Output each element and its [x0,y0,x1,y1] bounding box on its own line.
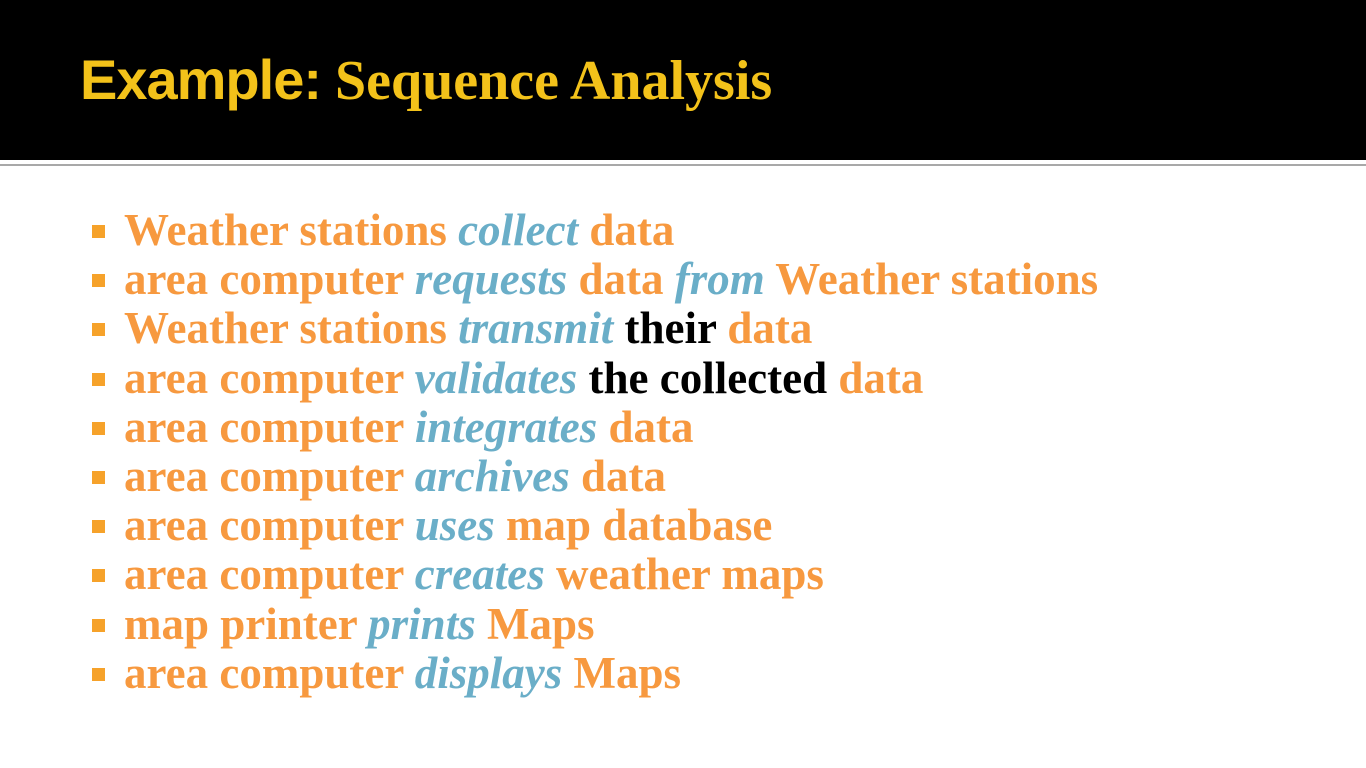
bullet-object-text: data [581,450,667,501]
title-bar: Example: Sequence Analysis [0,0,1366,160]
bullet-subject-text: map printer [124,598,357,649]
bullet-subject-text: area computer [124,647,404,698]
bullet-verb-text: from [674,254,765,305]
bullet-item: area computer requests data from Weather… [90,255,1098,304]
bullet-list: Weather stations collect data area comput… [90,206,1098,698]
title-divider [0,164,1366,166]
square-bullet-icon [92,372,105,386]
bullet-object-text: Weather stations [775,254,1099,305]
square-bullet-icon [92,667,105,681]
bullet-item: map printer prints Maps [90,598,1098,649]
square-bullet-icon [92,520,105,534]
bullet-item: area computer creates weather maps [90,550,1098,599]
bullet-object-text: data [589,205,675,255]
bullet-object-text: weather maps [555,549,824,600]
bullet-item: area computer archives data [90,450,1098,501]
bullet-object-text: map database [506,500,773,551]
bullet-verb-text: transmit [458,303,614,354]
bullet-object-text: data [608,401,694,452]
bullet-object-text: data [578,254,664,305]
square-bullet-icon [92,274,105,288]
square-bullet-icon [92,323,105,337]
bullet-item: area computer displays Maps [90,647,1098,698]
slide-title: Example: Sequence Analysis [80,50,773,112]
bullet-plain-text: the collected [588,352,828,403]
slide-title-main: Sequence Analysis [335,50,773,112]
bullet-item: area computer integrates data [90,401,1098,452]
bullet-verb-text: prints [368,598,476,649]
square-bullet-icon [92,225,105,238]
bullet-subject-text: Weather stations [124,205,447,255]
bullet-object-text: Maps [486,598,595,649]
bullet-item: Weather stations collect data [90,206,1098,255]
bullet-verb-text: requests [414,254,568,305]
square-bullet-icon [92,569,105,583]
bullet-subject-text: area computer [124,254,404,305]
bullet-subject-text: area computer [124,500,404,551]
bullet-subject-text: area computer [124,450,404,501]
bullet-object-text: data [727,303,813,354]
bullet-object-text: Maps [573,647,682,698]
bullet-verb-text: collect [458,205,579,255]
bullet-object-text: data [838,352,924,403]
bullet-item: area computer validates the collected da… [90,352,1098,403]
slide: Example: Sequence Analysis Weather stati… [0,0,1366,768]
bullet-item: Weather stations transmit their data [90,304,1098,353]
bullet-verb-text: displays [414,647,563,698]
bullet-subject-text: Weather stations [124,303,447,354]
bullet-plain-text: their [624,303,717,354]
bullet-verb-text: validates [414,352,578,403]
bullet-verb-text: integrates [414,401,598,452]
bullet-verb-text: archives [414,450,570,501]
square-bullet-icon [92,470,105,484]
slide-title-prefix: Example: [80,48,322,111]
bullet-item: area computer uses map database [90,501,1098,550]
bullet-verb-text: creates [414,549,545,600]
bullet-subject-text: area computer [124,549,404,600]
bullet-subject-text: area computer [124,401,404,452]
bullet-subject-text: area computer [124,352,404,403]
square-bullet-icon [92,618,105,632]
square-bullet-icon [92,421,105,435]
bullet-verb-text: uses [414,500,495,551]
